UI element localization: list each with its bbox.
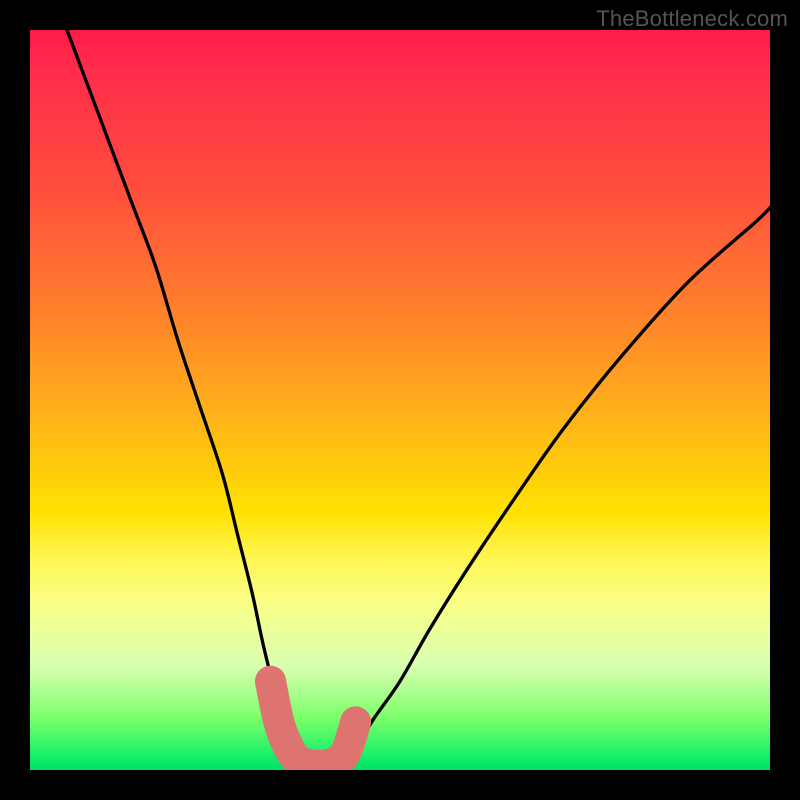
curve-layer (30, 30, 770, 770)
fit-dot (290, 752, 306, 768)
watermark-text: TheBottleneck.com (596, 6, 788, 32)
chart-frame: TheBottleneck.com (0, 0, 800, 800)
fit-dot (345, 725, 361, 741)
fit-dot (328, 753, 344, 769)
series-right-branch (341, 208, 770, 763)
fit-dot (265, 680, 281, 696)
plot-area (30, 30, 770, 770)
fit-dot (271, 710, 287, 726)
fit-dot (278, 734, 294, 750)
series-left-branch (67, 30, 308, 763)
